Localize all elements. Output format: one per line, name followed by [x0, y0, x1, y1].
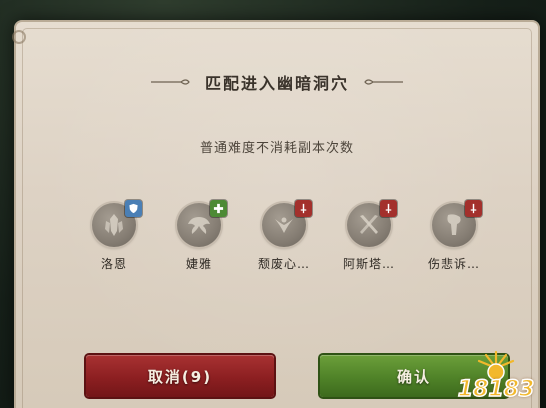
member-name: 婕雅: [185, 257, 212, 271]
shield-icon: [129, 203, 138, 214]
sword-icon: [470, 203, 477, 214]
corner-ornament: [12, 30, 26, 44]
party-member: 婕雅: [170, 200, 228, 272]
member-name: 颓废心…: [257, 257, 310, 271]
party-member: 洛恩: [85, 200, 143, 272]
crossed-blades-class-icon: [360, 215, 378, 234]
sword-icon: [385, 203, 392, 214]
claw-class-icon: [275, 217, 293, 233]
party-member: 颓废心…: [255, 200, 313, 272]
role-badge-dps: [295, 200, 312, 217]
party-list: 洛恩 婕雅 颓废心… 阿斯塔… 伤悲诉…: [85, 200, 483, 272]
member-name: 阿斯塔…: [342, 257, 395, 271]
dialog-subtitle: 普通难度不消耗副本次数: [199, 141, 354, 156]
title-flourish-right-icon: [364, 79, 403, 85]
watermark-text: 18183: [457, 376, 535, 403]
dialog-title: 匹配进入幽暗洞穴: [204, 74, 349, 93]
watermark-logo: 18183: [450, 344, 542, 406]
member-name: 伤悲诉…: [427, 257, 480, 271]
title-flourish-left-icon: [150, 79, 190, 85]
cancel-button[interactable]: 取消(9): [86, 355, 274, 397]
title-row: 匹配进入幽暗洞穴: [14, 70, 540, 94]
party-member: 伤悲诉…: [425, 200, 483, 272]
wings-class-icon: [188, 217, 210, 234]
sword-icon: [300, 203, 307, 214]
member-name: 洛恩: [100, 257, 127, 271]
knight-class-icon: [105, 214, 123, 236]
member-portrait: [262, 200, 312, 247]
role-badge-tank: [125, 200, 142, 217]
role-badge-healer: [210, 200, 227, 217]
game-scene: 匹配进入幽暗洞穴 普通难度不消耗副本次数 洛恩 婕雅 颓废心… 阿斯塔… 伤悲诉…: [0, 0, 546, 408]
role-badge-dps: [465, 200, 482, 217]
member-portrait: [177, 200, 227, 247]
role-badge-dps: [380, 200, 397, 217]
plus-icon: [213, 203, 224, 214]
member-portrait: [432, 200, 482, 247]
party-member: 阿斯塔…: [340, 200, 398, 272]
member-portrait: [92, 200, 142, 247]
member-portrait: [347, 200, 397, 247]
tree-class-icon: [447, 214, 461, 235]
